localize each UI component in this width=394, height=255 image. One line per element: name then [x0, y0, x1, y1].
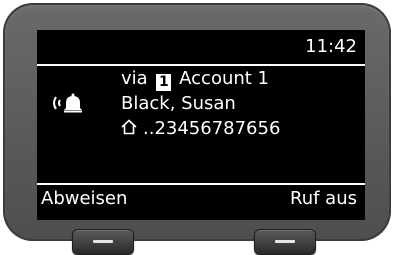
caller-number: ..23456787656 — [143, 118, 281, 139]
via-label: via — [121, 68, 148, 89]
home-icon — [121, 119, 137, 135]
clock: 11:42 — [305, 36, 357, 57]
header-divider — [37, 64, 365, 66]
caller-number-line: ..23456787656 — [121, 118, 280, 140]
display-screen: 11:42 via 1 Account 1 Black, Susan ..234… — [37, 30, 365, 220]
right-softkey-bar — [275, 240, 295, 243]
left-softkey-button[interactable] — [72, 229, 134, 255]
ringer-off-softkey-label[interactable]: Ruf aus — [290, 188, 357, 210]
reject-softkey-label[interactable]: Abweisen — [41, 188, 127, 210]
ringing-bell-icon — [53, 93, 82, 113]
right-softkey-button[interactable] — [254, 229, 316, 255]
caller-name: Black, Susan — [121, 93, 236, 114]
account-name: Account 1 — [179, 68, 270, 89]
phone-body: 11:42 via 1 Account 1 Black, Susan ..234… — [3, 3, 391, 241]
account-line: via 1 Account 1 — [121, 68, 269, 91]
left-softkey-bar — [93, 240, 113, 243]
account-number-badge: 1 — [156, 74, 172, 91]
softkey-divider — [37, 183, 365, 185]
